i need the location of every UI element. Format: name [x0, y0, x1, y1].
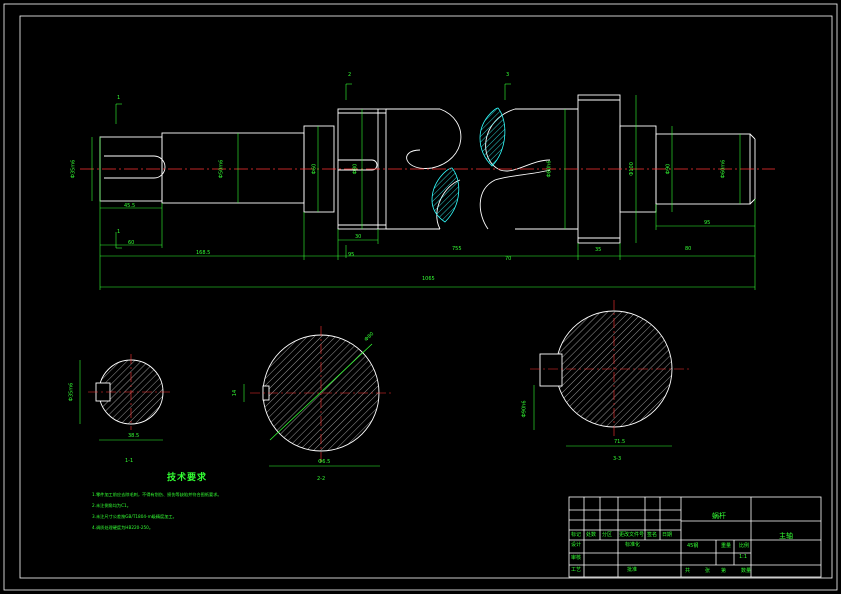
tb-scale-label: 比例	[739, 543, 750, 549]
tb-sheet-total: 共	[685, 568, 691, 574]
tb-part-name: 主轴	[779, 532, 793, 540]
worm-tooth-hatch-2	[479, 107, 506, 167]
main-view-dimensions	[91, 83, 756, 290]
worm-tooth-hatch-1	[431, 167, 460, 223]
section-3-3	[530, 300, 690, 447]
notes-line: 4.调质处理硬度为HB220-250。	[92, 525, 154, 530]
tb-approve: 批准	[627, 567, 638, 573]
notes-title: 技术要求	[166, 473, 207, 483]
tb-drawing-name: 蜗杆	[712, 512, 726, 520]
section-1-1	[79, 354, 172, 441]
tb-std: 标准化	[625, 542, 641, 548]
title-block: 蜗杆 主轴 标记 处数 分区 更改文件号 签名 日期 设计 标准化 审核 工艺 …	[569, 497, 821, 577]
tb-qty: 数量	[741, 568, 752, 574]
tb-designer: 设计	[571, 542, 582, 548]
notes-line: 1.零件加工前应去除毛刺，不得有划伤、损伤等缺陷并符合图纸要求。	[92, 492, 222, 497]
tb-date: 日期	[662, 532, 673, 538]
tb-update: 更改文件号	[619, 532, 645, 538]
tb-material: 45钢	[687, 543, 699, 549]
tb-zone: 分区	[602, 532, 613, 538]
tb-sign: 签名	[647, 532, 658, 538]
tb-scale: 1:1	[739, 554, 748, 560]
tb-sheet-no: 张	[705, 568, 711, 574]
tb-mark: 标记	[571, 532, 582, 538]
tb-count: 处数	[586, 532, 597, 538]
tb-checker: 审核	[571, 555, 582, 561]
notes-line: 2.未注倒角均为C1。	[92, 503, 131, 508]
notes-line: 3.未注尺寸公差按GB/T1804-m级精度加工。	[92, 514, 177, 519]
technical-requirements: 技术要求 1.零件加工前应去除毛刺，不得有划伤、损伤等缺陷并符合图纸要求。 2.…	[92, 470, 282, 533]
tb-weight: 重量	[721, 543, 732, 549]
tb-sheet-of: 第	[721, 568, 727, 574]
tb-process: 工艺	[571, 567, 582, 573]
section-2-2	[243, 326, 392, 467]
